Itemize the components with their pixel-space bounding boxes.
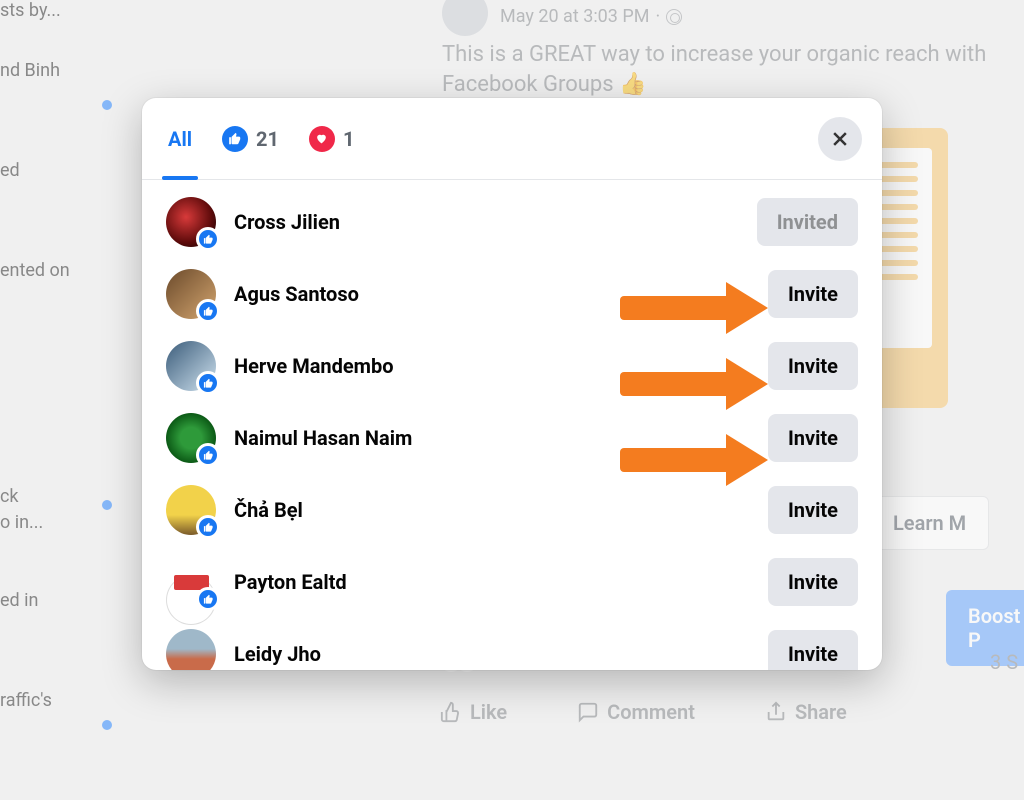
list-item: Naimul Hasan Naim Invite [166,402,858,474]
avatar[interactable] [166,269,216,319]
post-meta: May 20 at 3:03 PM · [500,6,682,27]
comment-icon [577,701,599,723]
tab-all-label: All [168,127,192,151]
globe-icon [666,9,682,25]
invite-button[interactable]: Invite [768,486,858,534]
list-item: Leidy Jho Invite [166,618,858,670]
close-icon [830,129,850,149]
post-timestamp: May 20 at 3:03 PM [500,6,649,27]
list-item: Cross Jilien Invited [166,186,858,258]
list-item: Agus Santoso Invite [166,258,858,330]
sidebar-fragment: ed [0,160,20,181]
post-author-avatar [442,0,488,36]
close-button[interactable] [818,117,862,161]
thumbs-up-icon [440,701,462,723]
sidebar-fragment: o in... [0,512,43,533]
list-item: Čhả Bẹl Invite [166,474,858,546]
sidebar-fragment: ck [0,486,19,507]
sidebar-fragment: nd Binh [0,60,60,81]
sidebar-fragment: ed in [0,590,38,611]
like-badge-icon [196,587,220,611]
reactions-list: Cross Jilien Invited Agus Santoso Invite… [142,180,882,670]
tab-like-count: 21 [256,127,279,151]
love-icon [309,126,335,152]
share-button[interactable]: Share [765,700,847,724]
left-sidebar-fragment: sts by... nd Binh ed ented on ck o in...… [0,0,130,800]
list-item: Payton Ealtd Invite [166,546,858,618]
person-name[interactable]: Cross Jilien [234,210,739,234]
invite-button[interactable]: Invite [768,414,858,462]
share-icon [765,701,787,723]
avatar[interactable] [166,629,216,670]
person-name[interactable]: Čhả Bẹl [234,498,750,522]
person-name[interactable]: Payton Ealtd [234,570,750,594]
post-share-count: 3 S [990,650,1018,674]
sidebar-fragment: sts by... [0,0,61,21]
avatar[interactable] [166,485,216,535]
avatar[interactable] [166,557,216,607]
sidebar-fragment: ented on [0,260,70,281]
person-name[interactable]: Naimul Hasan Naim [234,426,750,450]
like-button[interactable]: Like [440,700,507,724]
sidebar-fragment: raffic's [0,690,52,711]
like-badge-icon [196,443,220,467]
person-name[interactable]: Leidy Jho [234,642,750,666]
post-body-text: This is a GREAT way to increase your org… [442,40,1024,99]
like-icon [222,126,248,152]
reactions-modal: All 21 1 Cross Jilien Invited [142,98,882,670]
person-name[interactable]: Herve Mandembo [234,354,750,378]
like-badge-icon [196,371,220,395]
invited-button: Invited [757,198,858,246]
post-action-bar: Like Comment Share [440,700,1024,724]
list-item: Herve Mandembo Invite [166,330,858,402]
invite-button[interactable]: Invite [768,270,858,318]
tab-all[interactable]: All [168,98,192,179]
comment-label: Comment [607,700,695,724]
tab-love[interactable]: 1 [309,98,354,179]
invite-button[interactable]: Invite [768,630,858,670]
invite-button[interactable]: Invite [768,342,858,390]
like-badge-icon [196,515,220,539]
avatar[interactable] [166,341,216,391]
invite-button[interactable]: Invite [768,558,858,606]
avatar[interactable] [166,413,216,463]
person-name[interactable]: Agus Santoso [234,282,750,306]
unread-dot-icon [102,720,112,730]
like-badge-icon [196,299,220,323]
like-label: Like [470,700,507,724]
like-badge-icon [196,227,220,251]
tab-love-count: 1 [343,127,354,151]
learn-more-button[interactable]: Learn M [870,496,989,550]
unread-dot-icon [102,500,112,510]
tab-like[interactable]: 21 [222,98,279,179]
share-label: Share [795,700,847,724]
comment-button[interactable]: Comment [577,700,695,724]
unread-dot-icon [102,100,112,110]
reactions-tabs: All 21 1 [142,98,882,180]
avatar[interactable] [166,197,216,247]
